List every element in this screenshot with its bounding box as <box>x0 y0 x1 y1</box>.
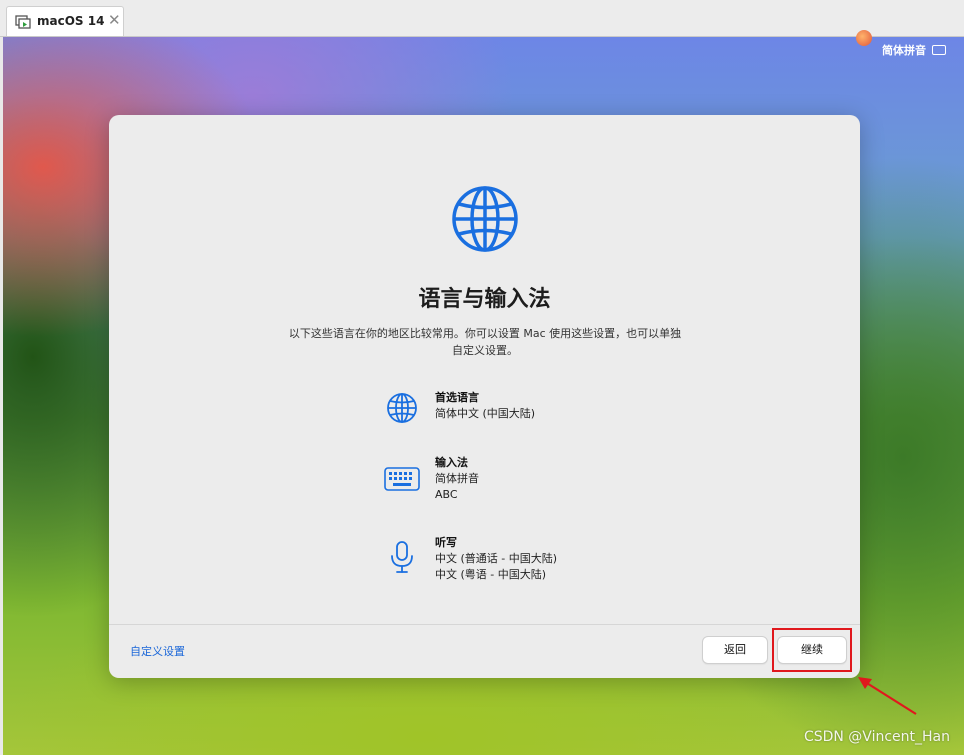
input-method-label: 简体拼音 <box>882 44 926 57</box>
preferred-language-item: 首选语言 简体中文 (中国大陆) <box>384 390 644 426</box>
setup-dialog: 语言与输入法 以下这些语言在你的地区比较常用。你可以设置 Mac 使用这些设置，… <box>109 115 860 678</box>
annotation-arrow-icon <box>858 677 917 715</box>
input-method-value-2: ABC <box>435 488 458 501</box>
watermark: CSDN @Vincent_Han <box>803 729 950 745</box>
input-method-value-1: 简体拼音 <box>435 472 479 485</box>
dictation-item: 听写 中文 (普通话 - 中国大陆) 中文 (粤语 - 中国大陆) <box>384 535 644 585</box>
vm-tab[interactable]: macOS 14 ✕ <box>6 6 124 36</box>
dictation-value-1: 中文 (普通话 - 中国大陆) <box>435 552 558 565</box>
microphone-icon <box>391 541 413 573</box>
annotation-highlight-box <box>772 628 852 672</box>
vm-tab-bar: macOS 14 ✕ <box>0 0 964 37</box>
globe-icon <box>452 186 518 252</box>
menubar-status-dot <box>856 30 872 46</box>
page-description: 以下这些语言在你的地区比较常用。你可以设置 Mac 使用这些设置，也可以单独自定… <box>288 327 682 357</box>
vm-screen-icon <box>15 14 31 30</box>
keyboard-icon <box>932 45 946 55</box>
footer-divider <box>109 624 860 625</box>
vm-tab-title: macOS 14 <box>37 14 105 28</box>
page-title: 语言与输入法 <box>418 287 551 312</box>
menubar-input-method[interactable]: 简体拼音 <box>882 42 946 58</box>
back-button[interactable]: 返回 <box>702 636 768 664</box>
customize-settings-link[interactable]: 自定义设置 <box>130 643 185 659</box>
dictation-title: 听写 <box>435 536 457 549</box>
dictation-value-2: 中文 (粤语 - 中国大陆) <box>435 568 547 581</box>
preferred-language-title: 首选语言 <box>435 391 479 404</box>
close-icon[interactable]: ✕ <box>108 11 121 29</box>
input-method-item: 输入法 简体拼音 ABC <box>384 455 644 505</box>
preferred-language-value: 简体中文 (中国大陆) <box>435 407 536 420</box>
keyboard-icon <box>384 467 420 491</box>
globe-icon <box>387 393 417 423</box>
input-method-title: 输入法 <box>435 456 468 469</box>
